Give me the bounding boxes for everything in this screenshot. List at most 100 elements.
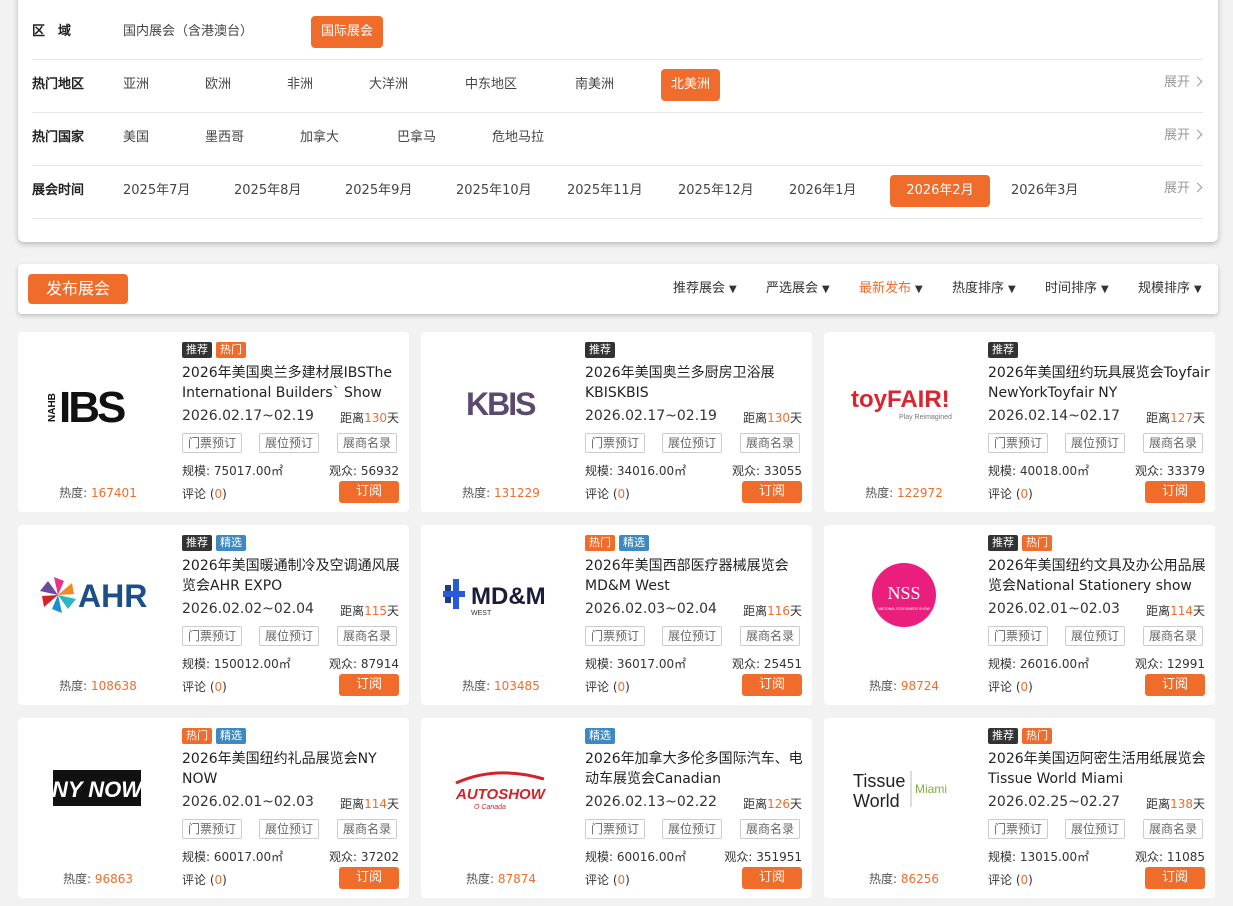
card-comments[interactable]: 评论 (0) xyxy=(988,871,1033,888)
exhibitor-list-button[interactable]: 展商名录 xyxy=(1143,626,1203,646)
time-option-2026-01[interactable]: 2026年1月 xyxy=(789,175,856,207)
card-comments[interactable]: 评论 (0) xyxy=(988,678,1033,695)
exhibitor-list-button[interactable]: 展商名录 xyxy=(740,819,800,839)
card-comments[interactable]: 评论 (0) xyxy=(182,678,227,695)
card-comments[interactable]: 评论 (0) xyxy=(585,485,630,502)
region-option-international[interactable]: 国际展会 xyxy=(311,16,384,48)
booth-booking-button[interactable]: 展位预订 xyxy=(259,626,319,646)
expo-card[interactable]: Tissue World Miami 热度: 86256 推荐 热门 2026年美国迈… xyxy=(824,718,1215,898)
exhibitor-list-button[interactable]: 展商名录 xyxy=(1143,433,1203,453)
sort-recommended[interactable]: 推荐展会 ▼ xyxy=(673,264,737,315)
exhibitor-list-button[interactable]: 展商名录 xyxy=(1143,819,1203,839)
expo-card[interactable]: AUTOSHOW O Canada 热度: 87874 精选 2026年加拿大多伦多… xyxy=(421,718,812,898)
hot-country-expand[interactable]: 展开 xyxy=(1164,112,1203,160)
time-option-2025-12[interactable]: 2025年12月 xyxy=(678,175,754,207)
toyfair-logo[interactable]: toyFAIR! Play Reimagined xyxy=(844,362,964,442)
area-option-europe[interactable]: 欧洲 xyxy=(205,69,231,101)
subscribe-button[interactable]: 订阅 xyxy=(1145,481,1205,503)
ticket-booking-button[interactable]: 门票预订 xyxy=(988,433,1048,453)
area-option-africa[interactable]: 非洲 xyxy=(287,69,313,101)
time-option-2025-09[interactable]: 2025年9月 xyxy=(345,175,412,207)
ticket-booking-button[interactable]: 门票预订 xyxy=(988,819,1048,839)
hot-area-expand[interactable]: 展开 xyxy=(1164,59,1203,107)
mdm-logo[interactable]: MD&M WEST xyxy=(441,555,561,635)
sort-popularity[interactable]: 热度排序 ▼ xyxy=(952,264,1016,315)
time-option-2025-11[interactable]: 2025年11月 xyxy=(567,175,643,207)
booth-booking-button[interactable]: 展位预订 xyxy=(1065,626,1125,646)
subscribe-button[interactable]: 订阅 xyxy=(339,867,399,889)
expo-card[interactable]: MD&M WEST 热度: 103485 热门 精选 2026年美国西部医疗器械展览会… xyxy=(421,525,812,705)
exhibitor-list-button[interactable]: 展商名录 xyxy=(740,433,800,453)
area-option-south-america[interactable]: 南美洲 xyxy=(575,69,614,101)
country-option-mexico[interactable]: 墨西哥 xyxy=(205,122,244,154)
expo-card[interactable]: KBIS 热度: 131229 推荐 2026年美国奥兰多厨房卫浴展KBISKBIS… xyxy=(421,332,812,512)
tissue-world-logo[interactable]: Tissue World Miami xyxy=(844,748,964,828)
ticket-booking-button[interactable]: 门票预订 xyxy=(182,626,242,646)
sort-curated[interactable]: 严选展会 ▼ xyxy=(766,264,830,315)
booth-booking-button[interactable]: 展位预订 xyxy=(662,819,722,839)
ticket-booking-button[interactable]: 门票预订 xyxy=(585,819,645,839)
card-comments[interactable]: 评论 (0) xyxy=(585,871,630,888)
subscribe-button[interactable]: 订阅 xyxy=(1145,867,1205,889)
country-option-panama[interactable]: 巴拿马 xyxy=(397,122,436,154)
time-option-2026-03[interactable]: 2026年3月 xyxy=(1011,175,1078,207)
ticket-booking-button[interactable]: 门票预订 xyxy=(585,433,645,453)
card-title[interactable]: 2026年美国迈阿密生活用纸展览会Tissue World Miami xyxy=(988,749,1210,789)
expo-card[interactable]: AHR 热度: 108638 推荐 精选 2026年美国暖通制冷及空调通风展览会AHR… xyxy=(18,525,409,705)
time-option-2025-07[interactable]: 2025年7月 xyxy=(123,175,190,207)
expo-card[interactable]: NSS NATIONAL STATIONERY SHOW 热度: 98724 推荐… xyxy=(824,525,1215,705)
card-title[interactable]: 2026年美国纽约礼品展览会NY NOW xyxy=(182,749,404,789)
area-option-asia[interactable]: 亚洲 xyxy=(123,69,149,101)
ticket-booking-button[interactable]: 门票预订 xyxy=(988,626,1048,646)
card-comments[interactable]: 评论 (0) xyxy=(988,485,1033,502)
booth-booking-button[interactable]: 展位预订 xyxy=(662,433,722,453)
exhibitor-list-button[interactable]: 展商名录 xyxy=(337,433,397,453)
card-title[interactable]: 2026年美国暖通制冷及空调通风展览会AHR EXPO xyxy=(182,556,404,596)
expo-card[interactable]: toyFAIR! Play Reimagined 热度: 122972 推荐 202… xyxy=(824,332,1215,512)
sort-scale[interactable]: 规模排序 ▼ xyxy=(1138,264,1202,315)
area-option-oceania[interactable]: 大洋洲 xyxy=(369,69,408,101)
booth-booking-button[interactable]: 展位预订 xyxy=(259,433,319,453)
area-option-middle-east[interactable]: 中东地区 xyxy=(465,69,517,101)
expo-card[interactable]: NAHB IBS 热度: 167401 推荐 热门 2026年美国奥兰多建材展IBST… xyxy=(18,332,409,512)
ticket-booking-button[interactable]: 门票预订 xyxy=(585,626,645,646)
kbis-logo[interactable]: KBIS xyxy=(441,362,561,442)
exhibitor-list-button[interactable]: 展商名录 xyxy=(337,819,397,839)
nss-logo[interactable]: NSS NATIONAL STATIONERY SHOW xyxy=(844,555,964,635)
time-expand[interactable]: 展开 xyxy=(1164,165,1203,213)
card-title[interactable]: 2026年加拿大多伦多国际汽车、电动车展览会Canadian xyxy=(585,749,807,789)
card-title[interactable]: 2026年美国奥兰多厨房卫浴展KBISKBIS xyxy=(585,363,807,403)
exhibitor-list-button[interactable]: 展商名录 xyxy=(337,626,397,646)
autoshow-logo[interactable]: AUTOSHOW O Canada xyxy=(441,748,561,828)
card-comments[interactable]: 评论 (0) xyxy=(585,678,630,695)
subscribe-button[interactable]: 订阅 xyxy=(339,481,399,503)
booth-booking-button[interactable]: 展位预订 xyxy=(1065,433,1125,453)
subscribe-button[interactable]: 订阅 xyxy=(742,481,802,503)
booth-booking-button[interactable]: 展位预订 xyxy=(259,819,319,839)
area-option-north-america[interactable]: 北美洲 xyxy=(661,69,721,101)
time-option-2026-02[interactable]: 2026年2月 xyxy=(890,175,990,207)
card-comments[interactable]: 评论 (0) xyxy=(182,871,227,888)
card-title[interactable]: 2026年美国纽约玩具展览会Toyfair NewYorkToyfair NY xyxy=(988,363,1210,403)
country-option-guatemala[interactable]: 危地马拉 xyxy=(492,122,544,154)
time-option-2025-10[interactable]: 2025年10月 xyxy=(456,175,532,207)
sort-time[interactable]: 时间排序 ▼ xyxy=(1045,264,1109,315)
subscribe-button[interactable]: 订阅 xyxy=(1145,674,1205,696)
sort-latest[interactable]: 最新发布 ▼ xyxy=(859,264,923,315)
expo-card[interactable]: NY NOW 热度: 96863 热门 精选 2026年美国纽约礼品展览会NY NOW… xyxy=(18,718,409,898)
publish-expo-button[interactable]: 发布展会 xyxy=(28,274,128,304)
card-title[interactable]: 2026年美国奥兰多建材展IBSThe International Builde… xyxy=(182,363,404,403)
card-title[interactable]: 2026年美国西部医疗器械展览会MD&M West xyxy=(585,556,807,596)
region-option-domestic[interactable]: 国内展会（含港澳台） xyxy=(123,16,253,48)
booth-booking-button[interactable]: 展位预订 xyxy=(662,626,722,646)
nahb-ibs-logo[interactable]: NAHB IBS xyxy=(38,362,158,442)
country-option-usa[interactable]: 美国 xyxy=(123,122,149,154)
ticket-booking-button[interactable]: 门票预订 xyxy=(182,433,242,453)
ticket-booking-button[interactable]: 门票预订 xyxy=(182,819,242,839)
time-option-2025-08[interactable]: 2025年8月 xyxy=(234,175,301,207)
card-comments[interactable]: 评论 (0) xyxy=(182,485,227,502)
ahr-logo[interactable]: AHR xyxy=(38,555,158,635)
booth-booking-button[interactable]: 展位预订 xyxy=(1065,819,1125,839)
subscribe-button[interactable]: 订阅 xyxy=(742,674,802,696)
subscribe-button[interactable]: 订阅 xyxy=(339,674,399,696)
